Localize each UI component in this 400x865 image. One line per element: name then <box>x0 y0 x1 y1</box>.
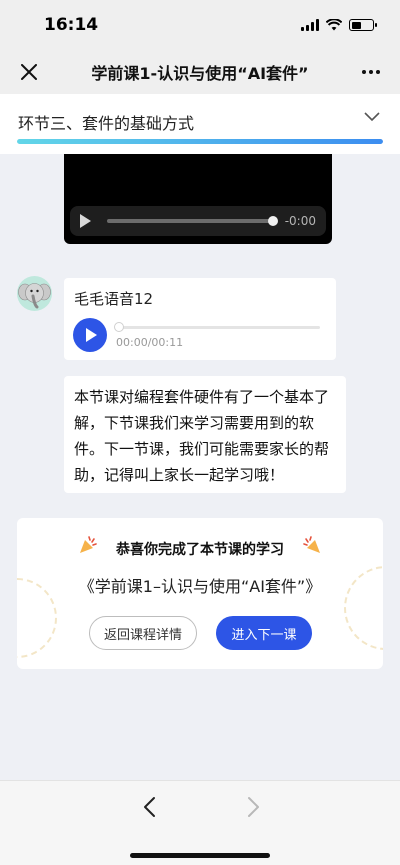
back-to-course-button[interactable]: 返回课程详情 <box>89 616 197 650</box>
signal-icon <box>301 19 319 31</box>
elephant-avatar-icon <box>18 283 51 309</box>
battery-icon <box>349 19 377 31</box>
wifi-icon <box>326 19 342 31</box>
video-seek-thumb[interactable] <box>267 216 278 226</box>
completion-card: 恭喜你完成了本节课的学习 《学前课1–认识与使用“AI套件”》 返回课程详情 进… <box>17 518 383 669</box>
video-time: -0:00 <box>284 214 316 228</box>
nav-bar: 学前课1-认识与使用“AI套件” <box>0 50 400 94</box>
audio-message: 毛毛语音12 00:00/00:11 <box>64 278 336 360</box>
chevron-down-icon[interactable] <box>364 112 380 122</box>
audio-seek-thumb[interactable] <box>114 322 124 332</box>
audio-title: 毛毛语音12 <box>74 290 154 308</box>
lesson-progress-fill <box>17 139 383 144</box>
audio-seek-bar[interactable] <box>114 322 320 332</box>
text-message: 本节课对编程套件硬件有了一个基本了解，下节课我们来学习需要用到的软件。下一节课，… <box>64 376 346 493</box>
completion-title: 恭喜你完成了本节课的学习 <box>116 542 284 558</box>
play-icon[interactable] <box>80 214 91 228</box>
audio-time: 00:00/00:11 <box>116 336 184 349</box>
section-header[interactable]: 环节三、套件的基础方式 <box>0 94 400 154</box>
video-controls: -0:00 <box>70 206 326 236</box>
status-bar: 16:14 <box>0 0 400 50</box>
more-icon[interactable] <box>358 70 384 74</box>
bottom-toolbar <box>0 780 400 865</box>
back-arrow-icon[interactable] <box>140 795 160 819</box>
home-indicator <box>130 853 270 858</box>
audio-play-button[interactable] <box>73 318 107 352</box>
page-title: 学前课1-认识与使用“AI套件” <box>91 64 309 83</box>
forward-arrow-icon[interactable] <box>243 795 263 819</box>
play-icon <box>86 328 97 342</box>
completion-course-name: 《学前课1–认识与使用“AI套件”》 <box>78 577 322 596</box>
section-title: 环节三、套件的基础方式 <box>18 114 195 133</box>
video-seek-bar[interactable] <box>107 216 278 226</box>
close-icon[interactable] <box>16 59 42 85</box>
avatar <box>17 276 52 311</box>
lesson-progress-bar <box>17 139 383 144</box>
video-player[interactable]: -0:00 <box>64 154 332 244</box>
party-popper-icon <box>303 536 320 553</box>
status-time: 16:14 <box>44 15 99 35</box>
status-icons <box>301 19 377 31</box>
next-lesson-button[interactable]: 进入下一课 <box>216 616 312 650</box>
